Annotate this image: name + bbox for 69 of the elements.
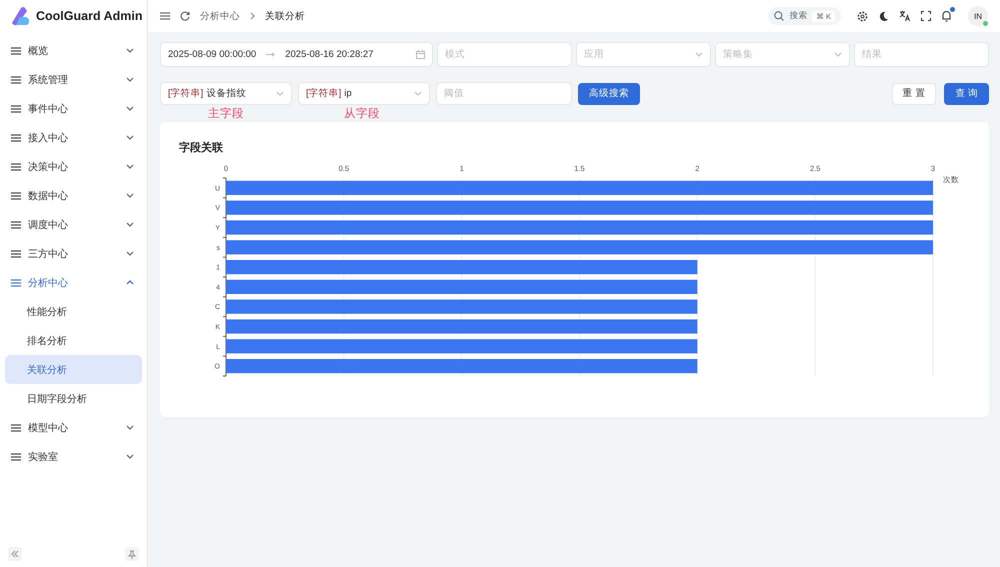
menu-icon (11, 452, 21, 460)
chevron-down-icon (276, 91, 284, 96)
menu-item[interactable]: 事件中心 (5, 94, 142, 123)
menu-icon (11, 192, 21, 200)
menu-item[interactable]: 三方中心 (5, 239, 142, 268)
submenu-item[interactable]: 排名分析 (5, 326, 142, 355)
menu-icon (11, 46, 21, 54)
search-icon (774, 11, 784, 21)
pin-button[interactable] (125, 547, 139, 561)
menu-icon (11, 220, 21, 228)
submenu-item[interactable]: 性能分析 (5, 297, 142, 326)
menu-icon (11, 104, 21, 112)
caret-icon (126, 280, 134, 285)
menu-icon (11, 162, 21, 170)
pin-icon (128, 550, 136, 558)
arrow-icon (266, 52, 276, 57)
menu-item[interactable]: 数据中心 (5, 181, 142, 210)
menu-icon[interactable] (160, 12, 170, 20)
menu-icon (11, 134, 21, 142)
menu-item[interactable]: 实验室 (5, 442, 142, 471)
caret-icon (126, 454, 134, 459)
caret-icon (126, 425, 134, 430)
annotation-label: 从字段 (344, 106, 380, 121)
menu-item[interactable]: 概览 (5, 36, 142, 65)
menu-item[interactable]: 分析中心 (5, 268, 142, 297)
menu-item[interactable]: 接入中心 (5, 123, 142, 152)
bell-icon[interactable] (941, 10, 952, 22)
submenu-item[interactable]: 关联分析 (5, 355, 142, 384)
submenu-item[interactable]: 日期字段分析 (5, 384, 142, 413)
caret-icon (126, 135, 134, 140)
menu-icon (11, 278, 21, 286)
query-button[interactable]: 查 询 (944, 82, 989, 104)
menu-item[interactable]: 模型中心 (5, 413, 142, 442)
chevron-down-icon (695, 52, 703, 57)
avatar[interactable]: IN (968, 6, 988, 26)
caret-icon (126, 251, 134, 256)
fullscreen-icon[interactable] (921, 11, 931, 21)
refresh-icon[interactable] (180, 11, 190, 21)
caret-icon (126, 106, 134, 111)
collapse-button[interactable] (8, 547, 22, 561)
chevron-down-icon (834, 52, 842, 57)
translate-icon[interactable] (899, 10, 911, 22)
breadcrumb-item: 关联分析 (265, 10, 305, 22)
date-range-field[interactable]: 2025-08-09 00:00:00 2025-08-16 20:28:27 (160, 42, 433, 67)
select-field[interactable]: [字符串] 设备指纹 (160, 82, 292, 105)
calendar-icon (416, 50, 425, 59)
caret-icon (126, 193, 134, 198)
annotation-label: 主字段 (208, 106, 244, 121)
double-chevron-icon (11, 550, 19, 558)
moon-icon[interactable] (878, 10, 889, 22)
menu-icon (11, 250, 21, 258)
caret-icon (126, 222, 134, 227)
app-title: CoolGuard Admin (36, 9, 142, 23)
caret-icon (126, 48, 134, 53)
breadcrumb-item[interactable]: 分析中心 (200, 10, 240, 22)
reset-button[interactable]: 重 置 (892, 82, 936, 104)
menu-icon (11, 76, 21, 84)
caret-icon (126, 77, 134, 82)
chevron-icon (250, 12, 255, 20)
caret-icon (126, 164, 134, 169)
menu-icon (11, 424, 21, 432)
chevron-down-icon (414, 91, 422, 96)
menu-item[interactable]: 系统管理 (5, 65, 142, 94)
select-field[interactable]: [字符串] ip (298, 82, 430, 105)
advanced-search-button[interactable]: 高级搜索 (578, 82, 640, 104)
menu-item[interactable]: 决策中心 (5, 152, 142, 181)
menu-item[interactable]: 调度中心 (5, 210, 142, 239)
settings-icon[interactable] (857, 10, 868, 22)
card-title: 字段关联 (178, 140, 224, 156)
